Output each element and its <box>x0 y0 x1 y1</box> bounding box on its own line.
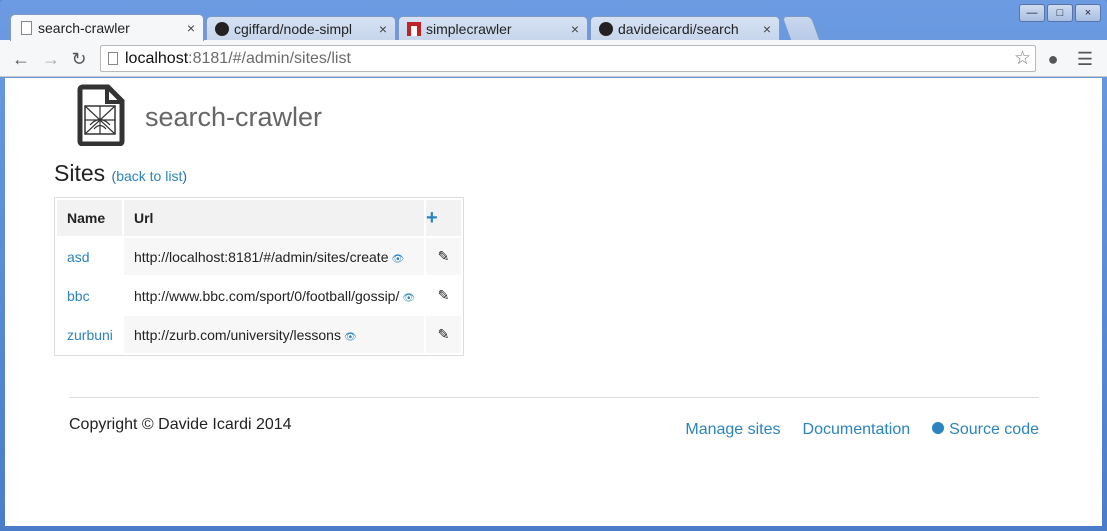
site-name-cell: bbc <box>57 277 122 314</box>
tab-title: cgiffard/node-simpl <box>234 21 353 37</box>
manage-sites-link[interactable]: Manage sites <box>685 421 780 439</box>
site-url: http://zurb.com/university/lessons <box>134 326 341 343</box>
page-icon <box>108 52 118 65</box>
document-icon <box>19 21 33 35</box>
forward-arrow-icon[interactable]: → <box>40 48 62 70</box>
add-site-button[interactable]: + <box>426 200 461 236</box>
site-url: http://localhost:8181/#/admin/sites/crea… <box>134 248 389 265</box>
back-to-list-link[interactable]: back to list <box>116 168 182 184</box>
npm-icon <box>407 22 421 36</box>
tab-title: davideicardi/search <box>618 21 739 37</box>
close-icon[interactable]: × <box>187 20 195 36</box>
minimize-button[interactable]: — <box>1019 4 1045 22</box>
eye-icon[interactable]: 👁 <box>391 254 404 265</box>
new-tab-button[interactable] <box>781 16 821 41</box>
source-code-link[interactable]: Source code <box>932 421 1039 439</box>
site-name-cell: zurbuni <box>57 316 122 353</box>
close-icon[interactable]: × <box>571 21 579 37</box>
documentation-link[interactable]: Documentation <box>803 421 911 439</box>
address-path: :8181/#/admin/sites/list <box>188 50 351 67</box>
tab-title: simplecrawler <box>426 21 512 37</box>
table-header-row: Name Url + <box>57 200 461 236</box>
edit-site-button[interactable]: ✎ <box>426 316 461 353</box>
sites-table: Name Url + asd http://localhost:8181/#/a… <box>54 197 464 356</box>
brand-title: search-crawler <box>145 102 323 132</box>
site-name-link[interactable]: asd <box>67 249 90 265</box>
address-host: localhost <box>125 50 189 67</box>
table-row: zurbuni http://zurb.com/university/lesso… <box>57 316 461 353</box>
site-url-cell: http://www.bbc.com/sport/0/football/goss… <box>124 277 424 314</box>
tab-search-crawler[interactable]: search-crawler × <box>10 14 204 41</box>
address-bar[interactable]: localhost:8181/#/admin/sites/list ☆ <box>100 45 1036 72</box>
footer-links: Manage sites Documentation Source code <box>685 421 1039 439</box>
browser-window: search-crawler × cgiffard/node-simpl × s… <box>0 0 1107 531</box>
browser-toolbar: ← → ↻ localhost:8181/#/admin/sites/list … <box>0 40 1107 77</box>
back-arrow-icon[interactable]: ← <box>10 48 32 70</box>
close-icon[interactable]: × <box>763 21 771 37</box>
column-header-url: Url <box>124 200 424 236</box>
reload-icon[interactable]: ↻ <box>68 48 90 70</box>
paren-close: ) <box>182 168 188 184</box>
page-content: search-crawler Sites (back to list) Name… <box>5 78 1102 526</box>
tab-simplecrawler[interactable]: simplecrawler × <box>398 16 588 41</box>
close-icon[interactable]: × <box>379 21 387 37</box>
site-name-link[interactable]: zurbuni <box>67 327 113 343</box>
eye-icon[interactable]: 👁 <box>344 332 357 343</box>
logo-spiderweb-icon <box>77 84 125 146</box>
bookmark-star-icon[interactable]: ☆ <box>1014 46 1031 71</box>
maximize-button[interactable]: □ <box>1047 4 1073 22</box>
github-icon <box>215 22 229 36</box>
copyright-text: Copyright © Davide Icardi 2014 <box>69 416 292 433</box>
site-url-cell: http://localhost:8181/#/admin/sites/crea… <box>124 238 424 275</box>
site-url-cell: http://zurb.com/university/lessons 👁 <box>124 316 424 353</box>
site-url: http://www.bbc.com/sport/0/football/goss… <box>134 287 400 304</box>
site-name-link[interactable]: bbc <box>67 288 90 304</box>
github-icon <box>932 422 945 434</box>
site-name-cell: asd <box>57 238 122 275</box>
menu-icon[interactable]: ☰ <box>1074 48 1096 70</box>
tab-title: search-crawler <box>38 20 130 36</box>
tab-node-simplecrawler[interactable]: cgiffard/node-simpl × <box>206 16 396 41</box>
tab-search-crawler-github[interactable]: davideicardi/search × <box>590 16 780 41</box>
tab-strip: search-crawler × cgiffard/node-simpl × s… <box>0 0 1107 41</box>
window-controls: — □ × <box>1019 4 1101 22</box>
plus-icon: + <box>426 206 438 229</box>
extension-icon[interactable]: ● <box>1042 48 1064 70</box>
column-header-name: Name <box>57 200 122 236</box>
back-to-list: (back to list) <box>112 168 187 184</box>
source-code-label: Source code <box>949 421 1039 438</box>
footer-divider <box>69 397 1039 398</box>
edit-site-button[interactable]: ✎ <box>426 238 461 275</box>
eye-icon[interactable]: 👁 <box>402 293 415 304</box>
edit-site-button[interactable]: ✎ <box>426 277 461 314</box>
github-icon <box>599 22 613 36</box>
heading-text: Sites <box>54 160 106 186</box>
table-row: bbc http://www.bbc.com/sport/0/football/… <box>57 277 461 314</box>
page-title: Sites (back to list) <box>54 160 187 187</box>
table-row: asd http://localhost:8181/#/admin/sites/… <box>57 238 461 275</box>
close-window-button[interactable]: × <box>1075 4 1101 22</box>
